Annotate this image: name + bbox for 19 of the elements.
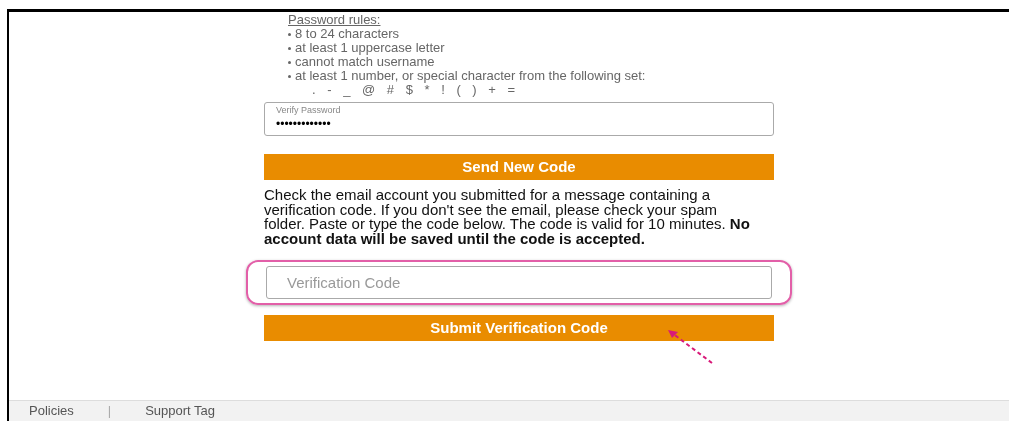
field-label: Verify Password (276, 105, 342, 116)
verification-code-field[interactable]: Verification Code (266, 266, 772, 299)
instructions-text: Check the email account you submitted for a message containing a verification code. If you don't see the email, please check your spam folder. Paste or type the code below. The code is valid for 10 minutes. No account data will be saved until the code is accepted. (264, 188, 751, 246)
separator: | (107, 402, 112, 421)
password-rule: at least 1 number, or special character from the following set: (295, 69, 646, 83)
password-value: ••••••••••••• (276, 116, 332, 132)
bullet-icon (288, 75, 291, 78)
password-rule: at least 1 uppercase letter (295, 41, 445, 55)
password-rules-title: Password rules: (288, 13, 382, 27)
password-rule: cannot match username (295, 55, 435, 69)
bullet-icon (288, 47, 291, 50)
policies-link[interactable]: Policies (29, 401, 74, 421)
password-rule: 8 to 24 characters (295, 27, 400, 41)
bullet-icon (288, 61, 291, 64)
support-tag-link[interactable]: Support Tag (145, 401, 216, 421)
bullet-icon (288, 33, 291, 36)
special-characters: . - _ @ # $ * ! ( ) + = (311, 83, 521, 97)
pointer-arrow (666, 329, 714, 365)
verify-password-field[interactable]: Verify Password ••••••••••••• (264, 102, 774, 136)
